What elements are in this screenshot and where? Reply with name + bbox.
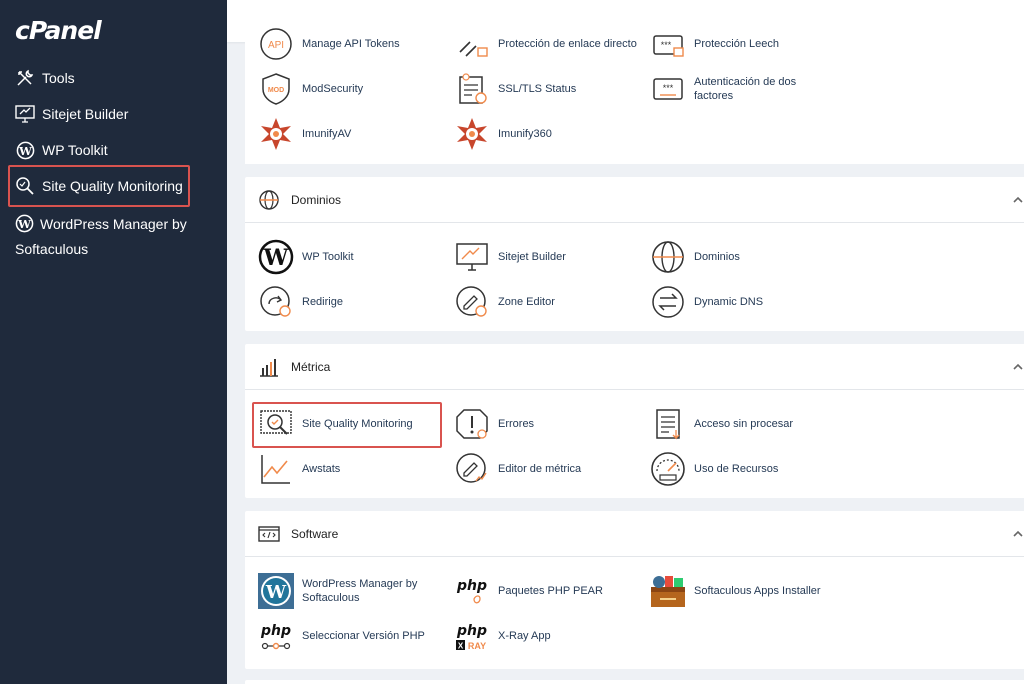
password-lock-icon: *** [650,26,686,62]
wordpress-icon: W [15,140,35,160]
api-icon: API [258,26,294,62]
tool-hotlink-protection[interactable]: Protección de enlace directo [454,26,637,62]
tool-imunify360[interactable]: Imunify360 [454,116,552,152]
svg-text:RAY: RAY [468,641,486,651]
tool-metrics-editor[interactable]: Editor de métrica [454,451,581,487]
sidebar-item-label: WP Toolkit [42,142,108,158]
tools-icon [15,68,35,88]
redirect-icon [258,284,294,320]
security-panel: API Manage API Tokens Protección de enla… [245,20,1024,164]
two-factor-icon: *** [650,71,686,107]
tool-softaculous[interactable]: Softaculous Apps Installer [650,573,821,609]
shield-icon: MOD [258,71,294,107]
monitor-icon [15,104,35,124]
sidebar-item-tools[interactable]: Tools [15,68,75,88]
software-panel: Software W WordPress Manager by Softacul… [245,511,1024,669]
section-title: Software [291,527,339,541]
tool-wordpress-manager[interactable]: W WordPress Manager by Softaculous [258,573,432,609]
tool-imunifyav[interactable]: ImunifyAV [258,116,351,152]
certificate-icon [454,71,490,107]
svg-text:API: API [268,40,284,51]
software-header[interactable]: Software [245,511,1024,557]
domains-header[interactable]: Dominios [245,177,1024,223]
metrics-editor-icon [454,451,490,487]
sidebar-item-label: Sitejet Builder [42,106,129,122]
svg-text:***: *** [661,40,672,50]
tool-sitejet-builder[interactable]: Sitejet Builder [454,239,566,275]
link-lock-icon [454,26,490,62]
globe-icon [650,239,686,275]
tool-zone-editor[interactable]: Zone Editor [454,284,555,320]
section-title: Dominios [291,193,342,207]
tool-modsecurity[interactable]: MOD ModSecurity [258,71,363,107]
chevron-up-icon[interactable] [1011,193,1024,207]
tool-leech-protection[interactable]: *** Protección Leech [650,26,779,62]
sidebar: cPanel Tools Sitejet Builder W WP Toolki… [0,0,227,684]
domains-panel: Dominios W WP Toolkit Sitejet Builder Do… [245,177,1024,331]
svg-text:W: W [18,143,32,157]
sidebar-item-sitejet-builder[interactable]: Sitejet Builder [15,104,128,124]
next-panel [245,680,1024,684]
tool-awstats[interactable]: Awstats [258,451,340,487]
chevron-up-icon[interactable] [1011,527,1024,541]
metrics-header[interactable]: Métrica [245,344,1024,390]
svg-text:W: W [17,217,31,231]
code-window-icon [258,523,280,545]
highlight-box [252,402,442,448]
sidebar-item-label: Tools [42,70,75,86]
wordpress-icon: W [15,214,35,234]
tool-manage-api-tokens[interactable]: API Manage API Tokens [258,26,400,62]
error-icon [454,406,490,442]
bar-chart-icon [258,356,280,378]
svg-text:W: W [263,245,289,271]
tool-resource-usage[interactable]: Uso de Recursos [650,451,778,487]
document-icon [650,406,686,442]
imunify-icon [258,116,294,152]
tool-wp-toolkit[interactable]: W WP Toolkit [258,239,354,275]
php-selector-icon: php [258,618,294,654]
tool-php-pear[interactable]: php Paquetes PHP PEAR [454,573,603,609]
gauge-icon [650,451,686,487]
softaculous-icon [650,573,686,609]
chevron-up-icon[interactable] [1011,360,1024,374]
section-title: Métrica [291,360,331,374]
sidebar-item-label: Site Quality Monitoring [42,178,183,194]
sidebar-item-wp-toolkit[interactable]: W WP Toolkit [15,140,108,160]
svg-text:W: W [265,582,287,603]
zone-editor-icon [454,284,490,320]
tool-ssl-tls-status[interactable]: SSL/TLS Status [454,71,576,107]
tool-php-selector[interactable]: php Seleccionar Versión PHP [258,618,425,654]
tool-redirects[interactable]: Redirige [258,284,343,320]
main-content: API Manage API Tokens Protección de enla… [227,0,1024,684]
imunify-icon [454,116,490,152]
svg-text:php: php [260,623,291,639]
tool-two-factor-auth[interactable]: *** Autenticación de dos factores [650,71,814,107]
tool-dynamic-dns[interactable]: Dynamic DNS [650,284,763,320]
svg-text:***: *** [663,83,674,93]
svg-text:php: php [456,623,487,639]
xray-icon: php X RAY [454,618,490,654]
tool-raw-access[interactable]: Acceso sin procesar [650,406,793,442]
tool-domains[interactable]: Dominios [650,239,740,275]
monitor-icon [454,239,490,275]
swap-arrows-icon [650,284,686,320]
php-icon: php [454,573,490,609]
tool-errors[interactable]: Errores [454,406,534,442]
svg-text:php: php [456,578,487,594]
line-chart-icon [258,451,294,487]
tool-xray-app[interactable]: php X RAY X-Ray App [454,618,551,654]
magnifier-icon [15,176,35,196]
svg-text:MOD: MOD [268,87,284,94]
sidebar-item-site-quality-monitoring[interactable]: Site Quality Monitoring [15,176,183,196]
sidebar-item-label: WordPress Manager by Softaculous [15,216,187,257]
sidebar-item-wordpress-manager[interactable]: W WordPress Manager by Softaculous [15,212,215,262]
svg-text:X: X [458,642,464,651]
wordpress-icon: W [258,573,294,609]
wordpress-icon: W [258,239,294,275]
cpanel-logo[interactable]: cPanel [15,16,102,45]
globe-icon [258,189,280,211]
